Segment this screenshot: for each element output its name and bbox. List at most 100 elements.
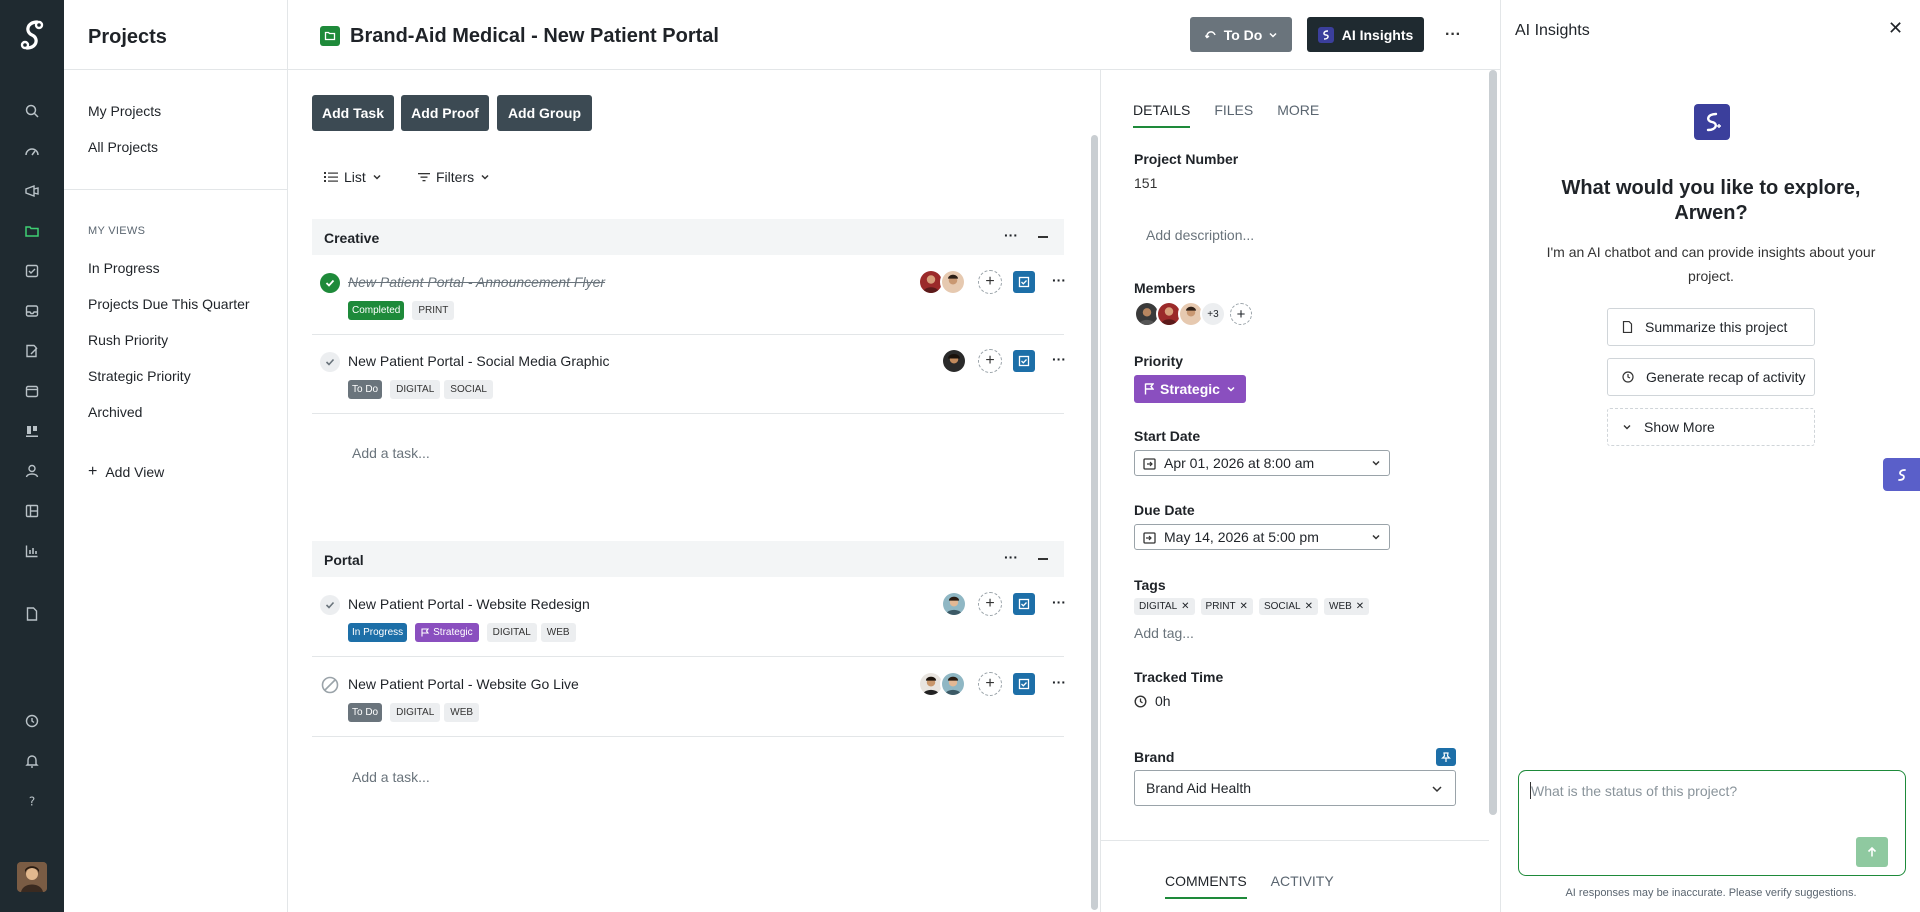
blocked-status-icon[interactable] bbox=[320, 675, 340, 695]
group-more-button[interactable]: ··· bbox=[1004, 549, 1018, 565]
ai-chat-input[interactable]: What is the status of this project? bbox=[1518, 770, 1906, 876]
close-icon[interactable]: ✕ bbox=[1888, 18, 1903, 39]
add-view-button[interactable]: + Add View bbox=[88, 463, 164, 481]
task-more-button[interactable]: ··· bbox=[1052, 594, 1066, 610]
task-group-header[interactable]: Portal ··· bbox=[312, 541, 1064, 577]
add-task-button[interactable]: Add Task bbox=[312, 95, 394, 131]
tab-comments[interactable]: COMMENTS bbox=[1165, 873, 1247, 899]
task-more-button[interactable]: ··· bbox=[1052, 272, 1066, 288]
sidebar-item-due-this-quarter[interactable]: Projects Due This Quarter bbox=[88, 296, 250, 312]
tab-files[interactable]: FILES bbox=[1214, 102, 1253, 128]
add-task-inline[interactable]: Add a task... bbox=[352, 769, 430, 785]
show-more-button[interactable]: Show More bbox=[1607, 408, 1815, 446]
task-name[interactable]: New Patient Portal - Social Media Graphi… bbox=[348, 353, 609, 369]
task-type-icon[interactable] bbox=[1013, 350, 1035, 372]
collapse-group-icon[interactable] bbox=[1038, 558, 1048, 560]
task-row[interactable]: New Patient Portal - Announcement Flyer … bbox=[312, 255, 1066, 335]
priority-dropdown[interactable]: Strategic bbox=[1134, 375, 1246, 403]
sidebar-item-rush-priority[interactable]: Rush Priority bbox=[88, 332, 168, 348]
filters-dropdown[interactable]: Filters bbox=[418, 169, 490, 185]
task-more-button[interactable]: ··· bbox=[1052, 351, 1066, 367]
details-scrollbar[interactable] bbox=[1489, 70, 1497, 815]
task-name[interactable]: New Patient Portal - Website Redesign bbox=[348, 596, 590, 612]
sidebar-item-archived[interactable]: Archived bbox=[88, 404, 142, 420]
start-date-picker[interactable]: Apr 01, 2026 at 8:00 am bbox=[1134, 450, 1390, 476]
task-name[interactable]: New Patient Portal - Announcement Flyer bbox=[348, 274, 605, 290]
view-mode-dropdown[interactable]: List bbox=[324, 169, 382, 185]
task-group-header[interactable]: Creative ··· bbox=[312, 219, 1064, 255]
search-icon[interactable] bbox=[0, 96, 64, 126]
ai-assistant-tab-icon[interactable] bbox=[1883, 458, 1920, 491]
remove-tag-icon[interactable]: ✕ bbox=[1356, 601, 1364, 612]
incomplete-check-icon[interactable] bbox=[320, 352, 340, 372]
task-row[interactable]: New Patient Portal - Website Go Live To … bbox=[312, 657, 1066, 737]
clock-icon[interactable] bbox=[0, 706, 64, 736]
add-member-button[interactable]: + bbox=[1230, 303, 1252, 325]
dashboard-icon[interactable] bbox=[0, 136, 64, 166]
tab-details[interactable]: DETAILS bbox=[1133, 102, 1191, 128]
collapse-group-icon[interactable] bbox=[1038, 236, 1048, 238]
pin-icon[interactable] bbox=[1436, 748, 1456, 766]
tasks-check-icon[interactable] bbox=[0, 256, 64, 286]
task-type-icon[interactable] bbox=[1013, 593, 1035, 615]
add-assignee-button[interactable]: + bbox=[978, 349, 1002, 373]
projects-folder-icon[interactable] bbox=[0, 216, 64, 246]
add-assignee-button[interactable]: + bbox=[978, 592, 1002, 616]
task-row[interactable]: New Patient Portal - Social Media Graphi… bbox=[312, 334, 1066, 414]
task-list-scrollbar[interactable] bbox=[1091, 135, 1098, 910]
members-avatars[interactable]: +3 + bbox=[1134, 301, 1252, 327]
task-more-button[interactable]: ··· bbox=[1052, 674, 1066, 690]
tab-more[interactable]: MORE bbox=[1277, 102, 1319, 128]
sidebar-item-my-projects[interactable]: My Projects bbox=[88, 103, 161, 119]
help-icon[interactable]: ? bbox=[0, 786, 64, 816]
user-avatar[interactable] bbox=[17, 862, 47, 892]
calendar-icon[interactable] bbox=[0, 376, 64, 406]
document-icon[interactable] bbox=[0, 599, 64, 629]
add-group-button[interactable]: Add Group bbox=[497, 95, 592, 131]
members-more-count[interactable]: +3 bbox=[1200, 301, 1226, 327]
due-date-picker[interactable]: May 14, 2026 at 5:00 pm bbox=[1134, 524, 1390, 550]
megaphone-icon[interactable] bbox=[0, 176, 64, 206]
group-name: Creative bbox=[324, 230, 380, 246]
sidebar-item-in-progress[interactable]: In Progress bbox=[88, 260, 160, 276]
layout-icon[interactable] bbox=[0, 496, 64, 526]
completed-check-icon[interactable] bbox=[320, 273, 340, 293]
incomplete-check-icon[interactable] bbox=[320, 595, 340, 615]
sidebar-item-all-projects[interactable]: All Projects bbox=[88, 139, 158, 155]
proof-edit-icon[interactable] bbox=[0, 336, 64, 366]
task-name[interactable]: New Patient Portal - Website Go Live bbox=[348, 676, 579, 692]
assignee-avatars[interactable] bbox=[918, 269, 966, 295]
description-input[interactable]: Add description... bbox=[1146, 227, 1254, 243]
add-task-inline[interactable]: Add a task... bbox=[352, 445, 430, 461]
group-more-button[interactable]: ··· bbox=[1004, 227, 1018, 243]
bell-icon[interactable] bbox=[0, 746, 64, 776]
send-arrow-icon[interactable] bbox=[1856, 837, 1888, 867]
task-type-icon[interactable] bbox=[1013, 271, 1035, 293]
tab-activity[interactable]: ACTIVITY bbox=[1271, 873, 1334, 899]
inbox-icon[interactable] bbox=[0, 296, 64, 326]
generate-recap-label: Generate recap of activity bbox=[1646, 369, 1806, 385]
app-logo-icon[interactable] bbox=[0, 0, 64, 70]
header-more-button[interactable]: ··· bbox=[1443, 25, 1463, 45]
assignee-avatars[interactable] bbox=[941, 348, 967, 374]
remove-tag-icon[interactable]: ✕ bbox=[1240, 601, 1248, 612]
task-row[interactable]: New Patient Portal - Website Redesign In… bbox=[312, 577, 1066, 657]
remove-tag-icon[interactable]: ✕ bbox=[1305, 601, 1313, 612]
add-assignee-button[interactable]: + bbox=[978, 672, 1002, 696]
remove-tag-icon[interactable]: ✕ bbox=[1181, 601, 1189, 612]
add-assignee-button[interactable]: + bbox=[978, 270, 1002, 294]
generate-recap-button[interactable]: Generate recap of activity bbox=[1607, 358, 1815, 396]
project-status-button[interactable]: To Do bbox=[1190, 17, 1292, 52]
brand-dropdown[interactable]: Brand Aid Health bbox=[1134, 770, 1456, 806]
user-icon[interactable] bbox=[0, 456, 64, 486]
ai-insights-button[interactable]: AI Insights bbox=[1307, 17, 1424, 52]
summarize-project-button[interactable]: Summarize this project bbox=[1607, 308, 1815, 346]
assignee-avatars[interactable] bbox=[918, 671, 966, 697]
board-icon[interactable] bbox=[0, 416, 64, 446]
add-proof-button[interactable]: Add Proof bbox=[401, 95, 489, 131]
add-tag-input[interactable]: Add tag... bbox=[1134, 625, 1194, 641]
reports-chart-icon[interactable] bbox=[0, 536, 64, 566]
task-type-icon[interactable] bbox=[1013, 673, 1035, 695]
assignee-avatars[interactable] bbox=[941, 591, 967, 617]
sidebar-item-strategic-priority[interactable]: Strategic Priority bbox=[88, 368, 191, 384]
